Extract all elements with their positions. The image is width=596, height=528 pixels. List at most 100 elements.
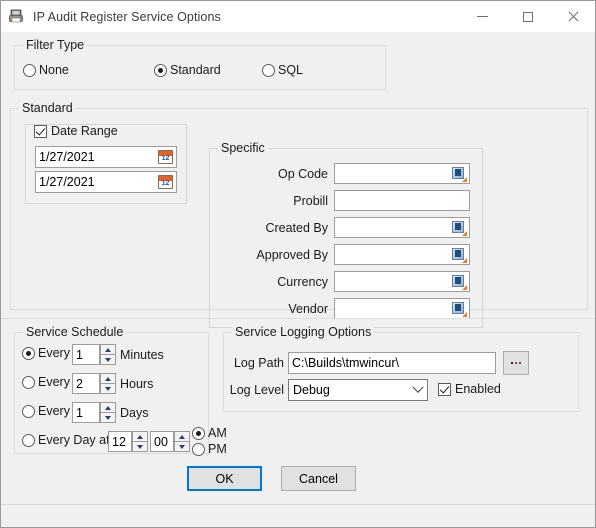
stepper-up-button[interactable] — [100, 344, 116, 355]
stepper-up-button[interactable] — [100, 402, 116, 413]
schedule-minutes-indicator — [22, 346, 35, 360]
stepper-up-button[interactable] — [174, 431, 190, 442]
ok-button[interactable]: OK — [187, 466, 262, 491]
lookup-icon[interactable] — [452, 166, 467, 182]
chevron-up-icon — [105, 376, 111, 381]
chevron-down-icon — [105, 357, 111, 362]
created-by-input[interactable] — [334, 217, 470, 238]
radio-pm-label: PM — [208, 442, 227, 456]
cancel-button-label: Cancel — [299, 471, 338, 486]
schedule-radio-hours[interactable]: Every — [22, 375, 70, 389]
window-title: IP Audit Register Service Options — [33, 9, 221, 24]
date-range-checkbox[interactable]: Date Range — [34, 124, 118, 138]
radio-pm-indicator — [192, 442, 205, 456]
logging-enabled-checkbox[interactable]: Enabled — [438, 382, 501, 396]
chevron-down-icon — [137, 444, 143, 449]
radio-standard-label: Standard — [170, 63, 221, 77]
maximize-icon — [522, 11, 533, 22]
stepper-up-button[interactable] — [100, 373, 116, 384]
date-to-value: 1/27/2021 — [39, 175, 95, 189]
schedule-radio-days[interactable]: Every — [22, 404, 70, 418]
schedule-minutes-value: 1 — [76, 347, 83, 362]
schedule-hour-input[interactable]: 12 — [108, 431, 132, 452]
vendor-input[interactable] — [334, 298, 470, 319]
logging-enabled-label: Enabled — [455, 382, 501, 396]
date-from-input[interactable]: 1/27/2021 12 — [35, 146, 177, 168]
stepper-up-button[interactable] — [132, 431, 148, 442]
date-range-checkbox-label: Date Range — [51, 124, 118, 138]
chevron-up-icon — [179, 434, 185, 439]
approved-by-input[interactable] — [334, 244, 470, 265]
maximize-button[interactable] — [505, 1, 550, 32]
close-button[interactable] — [550, 1, 595, 32]
chevron-down-icon — [179, 444, 185, 449]
radio-filter-sql[interactable]: SQL — [262, 63, 303, 77]
date-from-value: 1/27/2021 — [39, 150, 95, 164]
schedule-hour-value: 12 — [112, 434, 126, 449]
chevron-down-icon — [105, 386, 111, 391]
minimize-button[interactable] — [460, 1, 505, 32]
browse-button[interactable] — [503, 351, 529, 375]
ok-button-label: OK — [215, 471, 234, 486]
schedule-minutes-stepper[interactable] — [100, 344, 116, 365]
filter-type-group: Filter Type None Standard SQL — [14, 38, 386, 90]
radio-sql-indicator — [262, 63, 275, 77]
schedule-hours-input[interactable]: 2 — [72, 373, 100, 394]
schedule-minute-stepper[interactable] — [174, 431, 190, 452]
schedule-radio-every-day-at[interactable]: Every Day at — [22, 433, 110, 447]
chevron-down-icon[interactable] — [409, 381, 427, 394]
lookup-icon[interactable] — [452, 301, 467, 317]
schedule-minutes-input[interactable]: 1 — [72, 344, 100, 365]
currency-input[interactable] — [334, 271, 470, 292]
service-logging-group: Service Logging Options Log Path C:\Buil… — [223, 325, 579, 412]
stepper-down-button[interactable] — [132, 442, 148, 452]
minimize-icon — [477, 16, 488, 17]
ellipsis-icon — [511, 362, 521, 364]
schedule-days-stepper[interactable] — [100, 402, 116, 423]
specific-group-title: Specific — [218, 141, 268, 155]
date-range-group: Date Range 1/27/2021 12 1/27/2021 12 — [25, 124, 187, 204]
radio-filter-standard[interactable]: Standard — [154, 63, 221, 77]
radio-am-indicator — [192, 426, 205, 440]
probill-input[interactable] — [334, 190, 470, 211]
schedule-hours-stepper[interactable] — [100, 373, 116, 394]
created-by-label: Created By — [265, 221, 328, 235]
schedule-days-prefix: Every — [38, 404, 70, 418]
chevron-up-icon — [105, 405, 111, 410]
panel-separator — [1, 318, 595, 319]
lookup-icon[interactable] — [452, 220, 467, 236]
currency-label: Currency — [277, 275, 328, 289]
schedule-radio-minutes[interactable]: Every — [22, 346, 70, 360]
schedule-minute-input[interactable]: 00 — [150, 431, 174, 452]
logging-enabled-indicator — [438, 382, 451, 396]
lookup-icon[interactable] — [452, 274, 467, 290]
stepper-down-button[interactable] — [100, 413, 116, 423]
calendar-icon[interactable]: 12 — [158, 150, 173, 164]
radio-am[interactable]: AM — [192, 426, 227, 440]
log-path-input[interactable]: C:\Builds\tmwincur\ — [288, 352, 496, 374]
schedule-every-day-prefix: Every Day at — [38, 433, 110, 447]
date-to-input[interactable]: 1/27/2021 12 — [35, 171, 177, 193]
radio-filter-none[interactable]: None — [23, 63, 69, 77]
op-code-input[interactable] — [334, 163, 470, 184]
probill-label: Probill — [293, 194, 328, 208]
log-level-label: Log Level — [229, 383, 284, 397]
radio-pm[interactable]: PM — [192, 442, 227, 456]
dialog-window: IP Audit Register Service Options Filter… — [0, 0, 596, 528]
schedule-every-day-indicator — [22, 433, 35, 447]
schedule-days-unit: Days — [120, 406, 149, 420]
schedule-minutes-unit: Minutes — [120, 348, 164, 362]
schedule-hour-stepper[interactable] — [132, 431, 148, 452]
calendar-icon[interactable]: 12 — [158, 175, 173, 189]
radio-am-label: AM — [208, 426, 227, 440]
specific-group: Specific Op Code Probill Created By Appr… — [209, 141, 483, 328]
stepper-down-button[interactable] — [100, 355, 116, 365]
schedule-days-input[interactable]: 1 — [72, 402, 100, 423]
schedule-hours-value: 2 — [76, 376, 83, 391]
radio-sql-label: SQL — [278, 63, 304, 77]
lookup-icon[interactable] — [452, 247, 467, 263]
stepper-down-button[interactable] — [174, 442, 190, 452]
stepper-down-button[interactable] — [100, 384, 116, 394]
cancel-button[interactable]: Cancel — [281, 466, 356, 491]
log-level-select[interactable]: Debug — [288, 379, 428, 401]
